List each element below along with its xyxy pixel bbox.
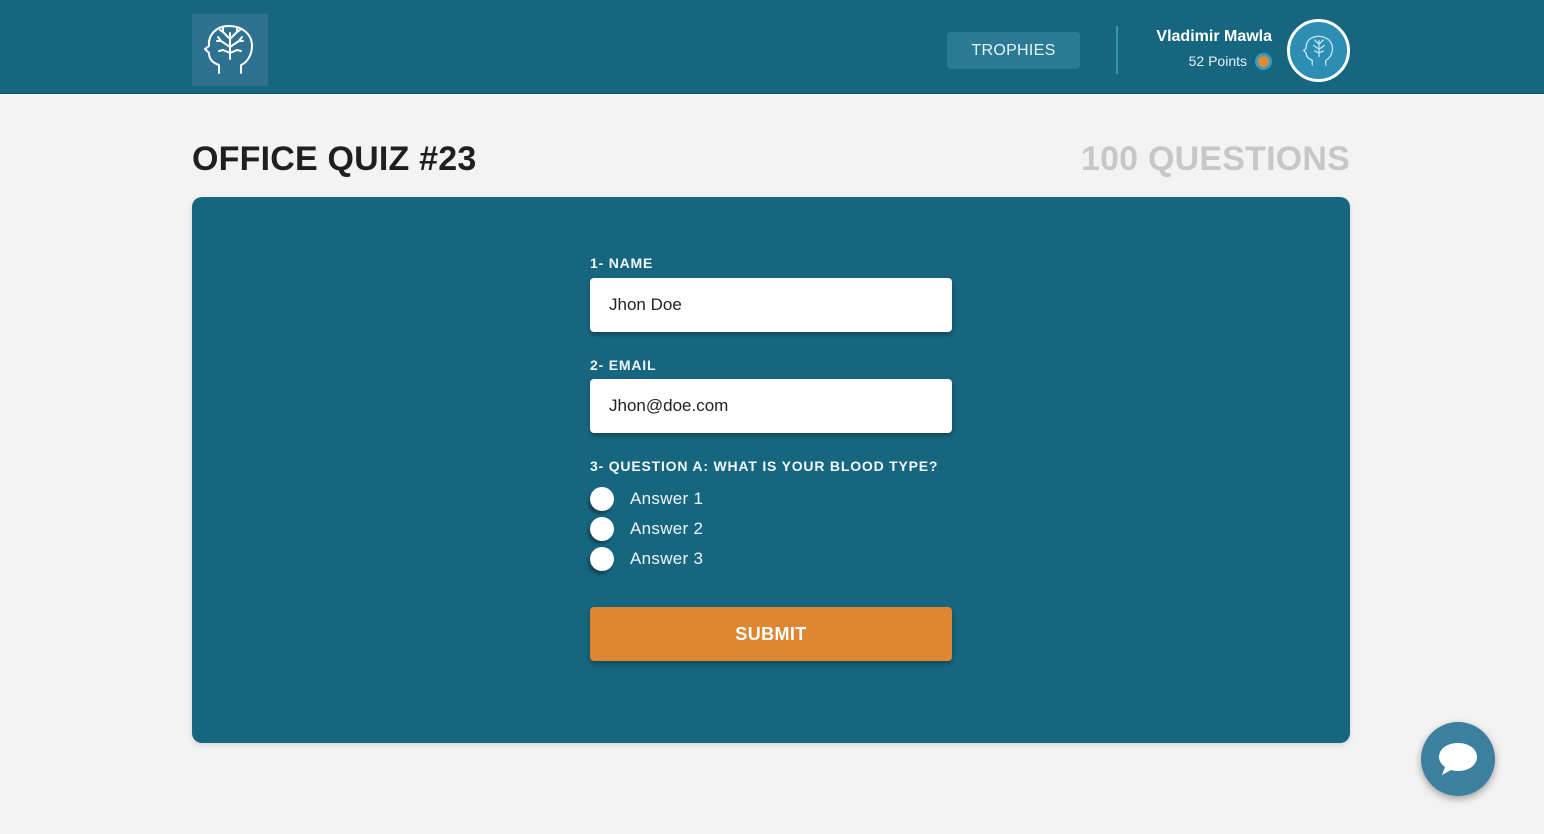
- brain-head-icon: [204, 25, 253, 74]
- answer-option-3[interactable]: Answer 3: [590, 547, 790, 571]
- answer-option-2[interactable]: Answer 2: [590, 517, 790, 541]
- points-indicator-icon: [1255, 53, 1272, 70]
- email-input[interactable]: [590, 379, 952, 433]
- brain-head-icon: [1302, 35, 1333, 66]
- question-count: 100 QUESTIONS: [1080, 140, 1350, 178]
- app-logo[interactable]: [192, 14, 268, 86]
- answer-label: Answer 1: [630, 489, 704, 508]
- top-navbar: TROPHIES Vladimir Mawla 52 Points: [0, 0, 1544, 94]
- user-name: Vladimir Mawla: [1156, 28, 1272, 45]
- radio-button[interactable]: [590, 487, 614, 511]
- submit-button[interactable]: SUBMIT: [590, 607, 952, 661]
- answer-label: Answer 2: [630, 519, 704, 538]
- email-field-label: 2- EMAIL: [590, 357, 657, 373]
- user-points: 52 Points: [1188, 53, 1247, 69]
- quiz-title: OFFICE QUIZ #23: [192, 140, 477, 178]
- question-label: 3- QUESTION A: WHAT IS YOUR BLOOD TYPE?: [590, 458, 939, 474]
- answer-label: Answer 3: [630, 549, 704, 568]
- radio-button[interactable]: [590, 517, 614, 541]
- name-input[interactable]: [590, 278, 952, 332]
- radio-button[interactable]: [590, 547, 614, 571]
- name-field-label: 1- NAME: [590, 255, 654, 271]
- header-divider: [1116, 26, 1118, 74]
- chat-bubble-icon: [1439, 743, 1477, 775]
- trophies-button[interactable]: TROPHIES: [947, 32, 1080, 69]
- answer-option-1[interactable]: Answer 1: [590, 487, 790, 511]
- chat-button[interactable]: [1421, 722, 1495, 796]
- user-avatar[interactable]: [1287, 19, 1350, 82]
